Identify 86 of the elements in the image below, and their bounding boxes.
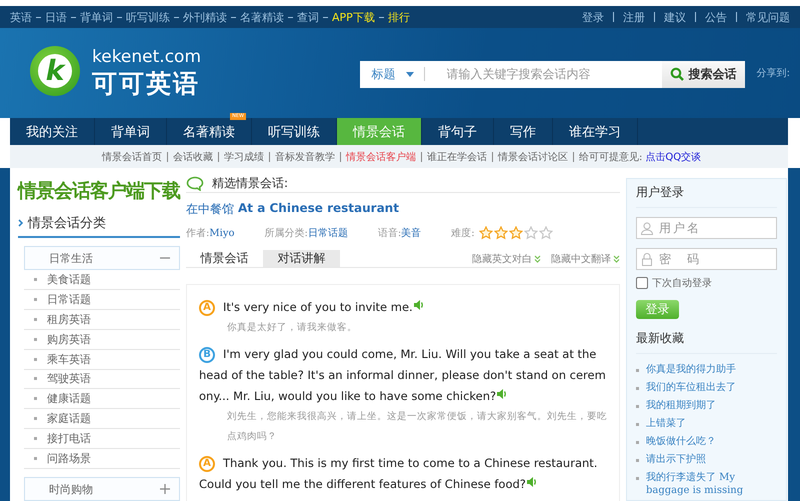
- filled-star-icon: [508, 226, 523, 240]
- dialog-title[interactable]: 在中餐馆 At a Chinese restaurant: [186, 201, 620, 218]
- category-item[interactable]: 日常话题: [24, 290, 180, 310]
- recent-link[interactable]: 晚饭做什么吃？: [646, 435, 716, 448]
- logo-domain: kekenet.com: [92, 46, 202, 66]
- recent-link[interactable]: 上错菜了: [646, 417, 686, 430]
- feedback-label: 给可可提意见:: [579, 150, 642, 164]
- top-link[interactable]: 排行: [388, 10, 410, 24]
- speaker-icon[interactable]: [526, 476, 537, 488]
- subnav-link[interactable]: 学习成绩: [224, 150, 264, 164]
- category-item[interactable]: 美食话题: [24, 270, 180, 290]
- recent-link[interactable]: 我的租期到期了: [646, 399, 716, 412]
- double-chevron-icon: [613, 254, 620, 262]
- subnav-link[interactable]: 情景会话客户端: [346, 150, 416, 164]
- difficulty-label: 难度:: [451, 226, 475, 240]
- category-item[interactable]: 乘车英语: [24, 350, 180, 370]
- speaker-badge: A: [199, 300, 215, 316]
- top-link[interactable]: 听写训练: [126, 10, 170, 24]
- recent-link[interactable]: 我的行李遗失了 My baggage is missing: [646, 471, 777, 497]
- speaker-badge: B: [199, 346, 215, 363]
- account-link[interactable]: 注册: [623, 10, 645, 24]
- qq-chat-link[interactable]: 点击QQ交谈: [645, 150, 702, 164]
- english-line: A It's very nice of you to invite me.: [199, 297, 607, 318]
- caret-icon: [406, 72, 414, 76]
- login-title: 用户登录: [636, 179, 777, 208]
- recent-link[interactable]: 你真是我的得力助手: [646, 363, 736, 376]
- recent-link[interactable]: 请出示下护照: [646, 453, 706, 466]
- english-line: B I'm very glad you could come, Mr. Liu. Will you take a seat at the head of the table? It's an informal dinner, please don't stand on ceremony... Mr. Liu, would you like to have some chicken?: [199, 346, 607, 405]
- speaker-icon[interactable]: [496, 388, 508, 400]
- search-icon: [670, 67, 684, 81]
- meta-info: 语音:美音: [378, 226, 422, 240]
- top-link[interactable]: 背单词: [80, 10, 113, 24]
- chevron-icon: [18, 219, 24, 227]
- category-item[interactable]: 购房英语: [24, 330, 180, 350]
- hide-toggle[interactable]: 隐藏英文对白: [472, 252, 541, 266]
- search-field[interactable]: 请输入关键字搜索会话内容: [436, 60, 662, 88]
- search-scope-dropdown[interactable]: 标题: [360, 60, 437, 88]
- category-item[interactable]: 问路场景: [24, 449, 180, 470]
- search-button[interactable]: 搜索会话: [662, 60, 745, 88]
- double-chevron-icon: [534, 254, 541, 262]
- category-item[interactable]: 家庭话题: [24, 409, 180, 430]
- category-item[interactable]: 健康话题: [24, 389, 180, 410]
- category-header[interactable]: 日常生活: [25, 247, 179, 269]
- chinese-translation: 刘先生，您能来我很高兴，请上坐。这是一次家常便饭，请大家别客气。刘先生，要吃点鸡肉吗？: [226, 410, 607, 444]
- recent-title: 最新收藏: [636, 325, 777, 354]
- speaker-badge: A: [199, 456, 215, 472]
- hide-toggle[interactable]: 隐藏中文翻译: [551, 252, 620, 266]
- logo-name: 可可英语: [92, 68, 201, 100]
- remember-checkbox[interactable]: [636, 277, 648, 289]
- subnav-link[interactable]: 情景会话讨论区: [498, 150, 568, 164]
- content-tab[interactable]: 对话讲解: [263, 250, 340, 267]
- top-link[interactable]: 外刊精读: [183, 10, 227, 24]
- expand-icon[interactable]: [159, 484, 171, 494]
- section-title: 精选情景会话:: [212, 174, 288, 192]
- account-link[interactable]: 公告: [705, 10, 727, 24]
- account-link[interactable]: 常见问题: [746, 10, 790, 24]
- top-link[interactable]: 名著精读: [240, 10, 284, 24]
- filled-star-icon: [494, 226, 508, 240]
- subnav-link[interactable]: 情景会话首页: [102, 150, 162, 164]
- top-link[interactable]: 查词: [297, 10, 319, 24]
- meta-info: 作者:Miyo: [186, 226, 234, 240]
- subnav-link[interactable]: 音标发音教学: [275, 150, 335, 164]
- account-link[interactable]: 登录: [582, 10, 604, 24]
- share-label: 分享到:: [756, 66, 790, 80]
- category-item[interactable]: 接打电话: [24, 429, 180, 450]
- subnav-link[interactable]: 会话收藏: [173, 150, 213, 164]
- category-header[interactable]: 时尚购物: [25, 478, 179, 500]
- top-link[interactable]: APP下载: [332, 10, 375, 24]
- password-field[interactable]: 密 码: [636, 248, 777, 270]
- recent-link[interactable]: 我们的车位租出去了: [646, 381, 736, 394]
- filled-star-icon: [478, 226, 493, 240]
- category-item[interactable]: 驾驶英语: [24, 370, 180, 390]
- chinese-translation: 你真是太好了，请我来做客。: [226, 321, 358, 335]
- speech-bubble-icon: [186, 176, 204, 190]
- category-item[interactable]: 租房英语: [24, 310, 180, 330]
- username-field[interactable]: 用户名: [636, 217, 777, 239]
- speaker-icon[interactable]: [412, 299, 424, 311]
- category-title: 情景会话分类: [28, 215, 106, 232]
- download-banner[interactable]: 情景会话客户端下载: [18, 178, 180, 204]
- account-link[interactable]: 建议: [664, 10, 686, 24]
- remember-label: 下次自动登录: [652, 277, 712, 290]
- subnav-link[interactable]: 谁正在学会话: [427, 150, 487, 164]
- english-line: A Thank you. This is my first time to come to a Chinese restaurant. Could you tell me the different features of Chinese food?: [199, 454, 598, 493]
- top-link[interactable]: 日语: [45, 10, 67, 24]
- meta-info: 所属分类:日常话题: [264, 226, 348, 240]
- top-link[interactable]: 英语: [10, 10, 32, 24]
